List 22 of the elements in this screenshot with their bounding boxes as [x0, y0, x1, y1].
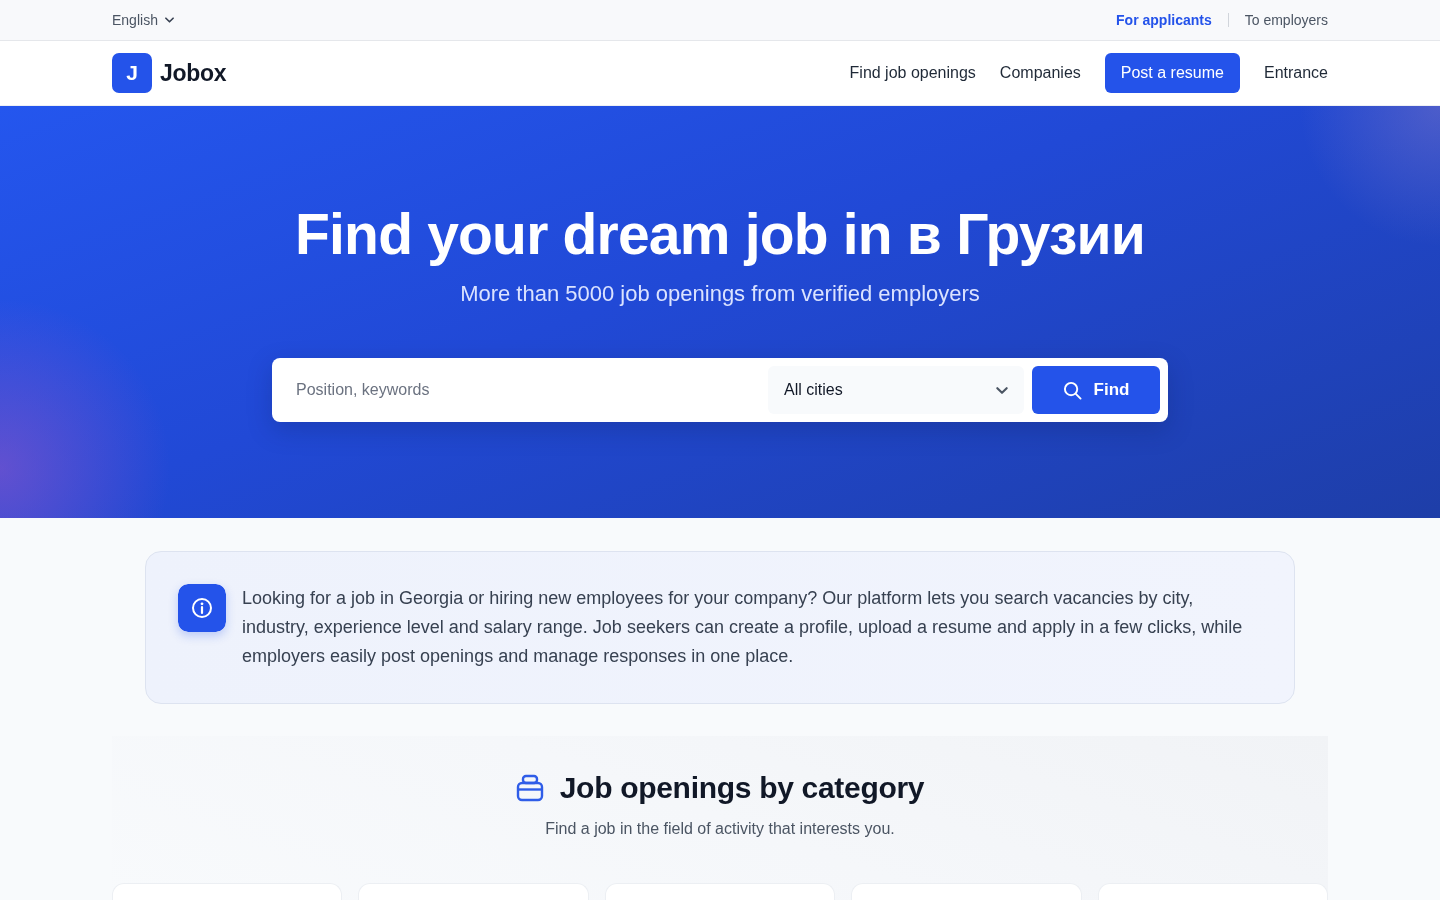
- post-resume-button[interactable]: Post a resume: [1104, 53, 1240, 93]
- chevron-down-icon: [996, 386, 1008, 394]
- nav-link[interactable]: Companies: [999, 64, 1081, 82]
- stack-icon: [515, 774, 544, 802]
- info-text: Looking for a job in Georgia or hiring new employees for your company? Our platform lets you search vacancies by city, industry, experience level and salary range. Job seekers can create a profile, upload a resume and apply in a few clicks, while employers easily post openings and manage responses in one place.: [242, 587, 1244, 668]
- section-title: Job openings by category: [559, 770, 925, 806]
- section-subtitle: Find a job in the field of activity that interests you.: [545, 819, 895, 839]
- city-select[interactable]: All cities: [768, 366, 1024, 414]
- search-icon: [1062, 380, 1082, 400]
- info-icon: [178, 584, 226, 632]
- search-bar[interactable]: Position, keywords All cities Find: [272, 358, 1168, 422]
- audience-link[interactable]: For applicants: [1116, 12, 1212, 28]
- nav-link[interactable]: Find job openings: [849, 64, 976, 82]
- nav-link[interactable]: Entrance: [1263, 64, 1328, 82]
- logo-mark: J: [112, 53, 152, 93]
- hero-subtitle: More than 5000 job openings from verified employers: [460, 280, 980, 308]
- brand-name: Jobox: [160, 59, 227, 87]
- language-select[interactable]: English: [112, 12, 174, 28]
- audience-link[interactable]: To employers: [1244, 12, 1328, 28]
- hero-title: Find your dream job in в Грузии: [295, 201, 1145, 268]
- chevron-down-icon: [164, 17, 174, 23]
- find-button[interactable]: Find: [1032, 366, 1160, 414]
